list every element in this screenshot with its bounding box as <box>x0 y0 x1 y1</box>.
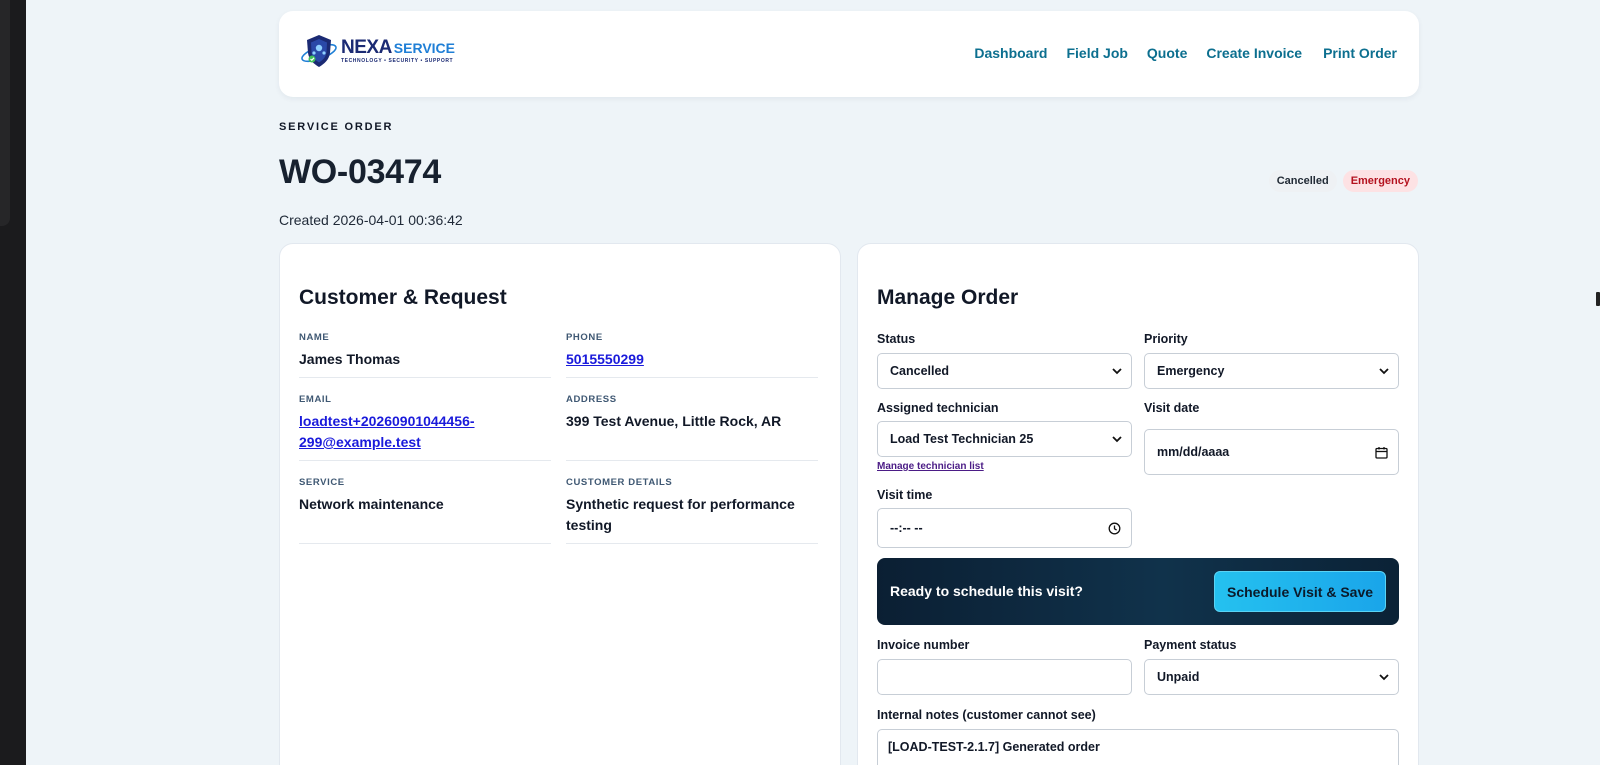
technician-select-value: Load Test Technician 25 <box>890 432 1034 446</box>
divider <box>566 543 818 544</box>
invoice-number-label: Invoice number <box>877 638 970 652</box>
card-title: Customer & Request <box>299 286 507 309</box>
service-value: Network maintenance <box>299 496 444 512</box>
visit-time-input[interactable]: --:-- -- <box>877 508 1132 548</box>
chevron-down-icon <box>1379 674 1389 681</box>
nav-print-order[interactable]: Print Order <box>1323 45 1397 61</box>
internal-notes-label: Internal notes (customer cannot see) <box>877 708 1096 722</box>
logo[interactable]: NEXA SERVICE TECHNOLOGY • SECURITY • SUP… <box>299 31 455 71</box>
field-label: CUSTOMER DETAILS <box>566 477 673 488</box>
page-eyebrow: SERVICE ORDER <box>279 121 394 133</box>
manage-technician-list-link[interactable]: Manage technician list <box>877 461 984 472</box>
divider <box>299 543 551 544</box>
details-line-2: testing <box>566 517 612 533</box>
status-label: Status <box>877 332 916 346</box>
left-window-panel <box>0 0 10 226</box>
technician-select[interactable]: Load Test Technician 25 <box>877 421 1132 457</box>
customer-address-field: ADDRESS 399 Test Avenue, Little Rock, AR <box>566 394 818 461</box>
main-nav: Dashboard Field Job Quote Create Invoice… <box>974 45 1397 61</box>
customer-details: Synthetic request for performance testin… <box>566 494 818 536</box>
schedule-prompt: Ready to schedule this visit? <box>890 583 1083 599</box>
manage-order-card: Manage Order Status Cancelled Priority E… <box>857 243 1419 765</box>
chevron-down-icon <box>1112 436 1122 443</box>
technician-label: Assigned technician <box>877 401 999 415</box>
status-badges: Cancelled Emergency <box>1268 170 1418 192</box>
priority-select-value: Emergency <box>1157 364 1225 378</box>
customer-phone-link[interactable]: 5015550299 <box>566 349 818 370</box>
schedule-visit-banner: Ready to schedule this visit? Schedule V… <box>877 558 1399 625</box>
internal-notes-textarea[interactable]: [LOAD-TEST-2.1.7] Generated order <box>877 729 1399 765</box>
divider <box>566 377 818 378</box>
page-title: WO-03474 <box>279 153 442 191</box>
visit-date-label: Visit date <box>1144 401 1200 415</box>
customer-email-link[interactable]: loadtest+20260901044456- 299@example.tes… <box>299 411 551 453</box>
logo-tagline: TECHNOLOGY • SECURITY • SUPPORT <box>341 58 454 64</box>
nav-create-invoice[interactable]: Create Invoice <box>1206 45 1302 61</box>
visit-time-placeholder: --:-- -- <box>890 521 923 535</box>
nav-dashboard[interactable]: Dashboard <box>974 45 1047 61</box>
priority-select[interactable]: Emergency <box>1144 353 1399 389</box>
email-line-1: loadtest+20260901044456- <box>299 413 475 429</box>
priority-badge: Emergency <box>1342 170 1418 192</box>
top-navigation-bar: NEXA SERVICE TECHNOLOGY • SECURITY • SUP… <box>279 11 1419 97</box>
field-label: NAME <box>299 332 330 343</box>
schedule-visit-save-button[interactable]: Schedule Visit & Save <box>1214 571 1386 612</box>
visit-date-input[interactable]: mm/dd/aaaa <box>1144 429 1399 475</box>
customer-details-field: CUSTOMER DETAILS Synthetic request for p… <box>566 477 818 544</box>
logo-text: NEXA SERVICE TECHNOLOGY • SECURITY • SUP… <box>341 38 455 64</box>
chevron-down-icon <box>1379 368 1389 375</box>
logo-name: NEXA <box>341 37 392 58</box>
payment-status-select[interactable]: Unpaid <box>1144 659 1399 695</box>
service-field: SERVICE Network maintenance <box>299 477 551 544</box>
field-label: SERVICE <box>299 477 345 488</box>
nav-quote[interactable]: Quote <box>1147 45 1187 61</box>
status-select[interactable]: Cancelled <box>877 353 1132 389</box>
shield-logo-icon <box>301 35 337 67</box>
divider <box>299 460 551 461</box>
customer-name: James Thomas <box>299 351 401 367</box>
divider <box>566 460 818 461</box>
status-badge: Cancelled <box>1268 170 1337 192</box>
field-label: ADDRESS <box>566 394 617 405</box>
field-label: PHONE <box>566 332 603 343</box>
calendar-icon[interactable] <box>1375 446 1388 459</box>
created-timestamp: Created 2026-04-01 00:36:42 <box>279 212 463 228</box>
customer-request-card: Customer & Request NAME James Thomas PHO… <box>279 243 841 765</box>
status-select-value: Cancelled <box>890 364 950 378</box>
email-line-2: 299@example.test <box>299 434 421 450</box>
nav-field-job[interactable]: Field Job <box>1066 45 1127 61</box>
field-label: EMAIL <box>299 394 332 405</box>
priority-label: Priority <box>1144 332 1188 346</box>
payment-status-value: Unpaid <box>1157 670 1200 684</box>
visit-date-placeholder: mm/dd/aaaa <box>1157 445 1230 459</box>
customer-name-field: NAME James Thomas <box>299 332 551 378</box>
mouse-cursor-icon <box>1596 292 1600 306</box>
invoice-number-input[interactable] <box>877 659 1132 695</box>
details-line-1: Synthetic request for performance <box>566 496 795 512</box>
clock-icon[interactable] <box>1108 522 1121 535</box>
left-window-edge <box>0 0 26 765</box>
payment-status-label: Payment status <box>1144 638 1237 652</box>
logo-suffix: SERVICE <box>393 40 456 56</box>
card-title: Manage Order <box>877 286 1019 309</box>
visit-time-label: Visit time <box>877 488 933 502</box>
divider <box>299 377 551 378</box>
customer-email-field: EMAIL loadtest+20260901044456- 299@examp… <box>299 394 551 461</box>
customer-address: 399 Test Avenue, Little Rock, AR <box>566 413 782 429</box>
customer-phone-field: PHONE 5015550299 <box>566 332 818 378</box>
chevron-down-icon <box>1112 368 1122 375</box>
